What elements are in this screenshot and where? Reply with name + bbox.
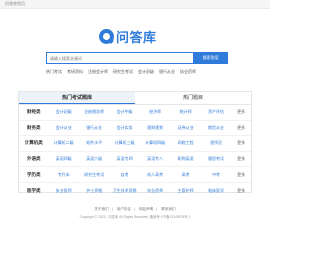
- hot-link[interactable]: 银行从业: [159, 69, 175, 75]
- category-row-language: 外语类 英语四级 英语六级 英语专四 英语专八 职称英语 雅思考试 更多: [19, 152, 251, 168]
- category-row-education: 学历类 专升本 研究生考试 自考 成人高考 高考 中考 更多: [19, 167, 251, 183]
- copyright-text: Copyright © 2023 - 问答库 All Rights Reserv…: [79, 215, 191, 219]
- hot-link[interactable]: 热门考试: [46, 69, 62, 75]
- exam-link[interactable]: 自考: [109, 172, 139, 178]
- tab-hot-exams[interactable]: 热门考试题库: [19, 92, 135, 104]
- footer-link[interactable]: 联系我们: [161, 207, 175, 211]
- exam-link[interactable]: 主管护师: [170, 188, 200, 194]
- exam-link[interactable]: 临床医学: [201, 188, 231, 194]
- exam-link[interactable]: 理财规划: [140, 125, 170, 131]
- exam-link[interactable]: 执业医师: [48, 188, 78, 194]
- category-label: 计算机类: [24, 140, 43, 146]
- exam-link[interactable]: 资产评估: [201, 109, 231, 115]
- more-link[interactable]: 更多: [231, 188, 251, 194]
- category-label: 学历类: [26, 171, 41, 177]
- exam-link[interactable]: 英语六级: [79, 156, 109, 162]
- footer-links: 关于我们 | 用户协议 | 网站声明 | 联系我们: [94, 207, 176, 211]
- footer-link[interactable]: 关于我们: [94, 207, 108, 211]
- more-link[interactable]: 更多: [231, 156, 251, 162]
- exam-category-panel: 热门考试题库 热门题目 财经类 会计初级 注册税务师 会计中级 经济师 统计师 …: [18, 91, 252, 193]
- exam-link[interactable]: 软件水平: [79, 140, 109, 146]
- hot-link[interactable]: 执业药师: [180, 69, 196, 75]
- exam-link[interactable]: 会计从业: [48, 125, 78, 131]
- exam-link[interactable]: 会计中级: [109, 109, 139, 115]
- category-label: 财务类: [26, 124, 41, 130]
- home-link[interactable]: 问答库首页: [5, 1, 25, 7]
- category-label: 外语类: [26, 156, 41, 162]
- hot-link[interactable]: 研究生考试: [113, 69, 133, 75]
- category-row-computer: 计算机类 计算机二级 软件水平 计算机三级 计算机四级 网络工程 程序员 更多: [19, 136, 251, 152]
- search-bar: 搜索答案: [46, 52, 228, 64]
- category-label: 医学类: [26, 187, 41, 193]
- exam-link[interactable]: 执业药师: [140, 188, 170, 194]
- hot-link[interactable]: 注册会计师: [88, 69, 108, 75]
- exam-link[interactable]: 卫生技术资格: [109, 188, 139, 194]
- category-row-medical: 医学类 执业医师 护士资格 卫生技术资格 执业药师 主管护师 临床医学 更多: [19, 183, 251, 199]
- exam-link[interactable]: 中考: [201, 172, 231, 178]
- exam-link[interactable]: 期货从业: [201, 125, 231, 131]
- exam-link[interactable]: 经济师: [140, 109, 170, 115]
- hot-link[interactable]: 考研资料: [67, 69, 83, 75]
- exam-link[interactable]: 程序员: [201, 140, 231, 146]
- exam-link[interactable]: 英语专八: [140, 156, 170, 162]
- footer-link[interactable]: 用户协议: [117, 207, 131, 211]
- exam-link[interactable]: 网络工程: [170, 140, 200, 146]
- top-bar: 问答库首页: [0, 0, 270, 9]
- more-link[interactable]: 更多: [231, 140, 251, 146]
- hot-search-links: 热门考试 考研资料 注册会计师 研究生考试 会计初级 银行从业 执业药师: [46, 69, 201, 75]
- exam-link[interactable]: 护士资格: [79, 188, 109, 194]
- exam-link[interactable]: 专升本: [48, 172, 78, 178]
- exam-link[interactable]: 计算机二级: [48, 140, 78, 146]
- exam-link[interactable]: 银行从业: [79, 125, 109, 131]
- exam-link[interactable]: 英语四级: [48, 156, 78, 162]
- exam-link[interactable]: 会计初级: [48, 109, 78, 115]
- site-logo[interactable]: 问答库: [99, 27, 157, 45]
- exam-link[interactable]: 计算机三级: [109, 140, 139, 146]
- category-label: 财经类: [26, 109, 41, 115]
- exam-link[interactable]: 成人高考: [140, 172, 170, 178]
- exam-link[interactable]: 证券从业: [170, 125, 200, 131]
- more-link[interactable]: 更多: [231, 125, 251, 131]
- exam-link[interactable]: 研究生考试: [79, 172, 109, 178]
- footer-link[interactable]: 网站声明: [139, 207, 153, 211]
- exam-link[interactable]: 英语专四: [109, 156, 139, 162]
- hot-link[interactable]: 会计初级: [138, 69, 154, 75]
- exam-link[interactable]: 会计实务: [109, 125, 139, 131]
- exam-link[interactable]: 高考: [170, 172, 200, 178]
- category-row-accounting: 财务类 会计从业 银行从业 会计实务 理财规划 证券从业 期货从业 更多: [19, 121, 251, 137]
- category-row-finance: 财经类 会计初级 注册税务师 会计中级 经济师 统计师 资产评估 更多: [19, 105, 251, 121]
- exam-link[interactable]: 注册税务师: [79, 109, 109, 115]
- exam-link[interactable]: 雅思考试: [201, 156, 231, 162]
- more-link[interactable]: 更多: [231, 172, 251, 178]
- more-link[interactable]: 更多: [231, 109, 251, 115]
- tab-hot-questions[interactable]: 热门题目: [135, 92, 251, 104]
- logo-search-icon: [99, 28, 114, 44]
- exam-link[interactable]: 职称英语: [170, 156, 200, 162]
- search-button[interactable]: 搜索答案: [193, 52, 228, 64]
- logo-text: 问答库: [116, 29, 157, 45]
- exam-link[interactable]: 计算机四级: [140, 140, 170, 146]
- panel-tabs: 热门考试题库 热门题目: [19, 92, 251, 105]
- search-input[interactable]: [46, 52, 193, 64]
- exam-link[interactable]: 统计师: [170, 109, 200, 115]
